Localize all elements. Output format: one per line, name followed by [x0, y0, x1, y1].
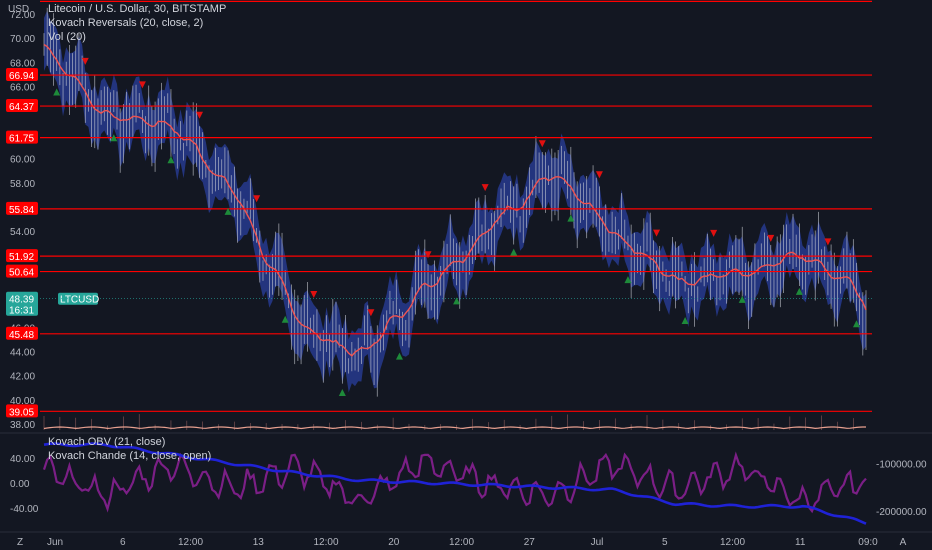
reversal-up-arrow: [395, 352, 403, 360]
time-tick-label: 12:00: [449, 537, 474, 548]
chande-axis-label: 40.00: [10, 454, 35, 465]
price-tick-label: 58.00: [10, 179, 35, 190]
legend-kovach-reversals: Kovach Reversals (20, close, 2): [48, 17, 204, 29]
price-tick-label: 42.00: [10, 372, 35, 383]
level-label: 64.37: [9, 102, 34, 113]
level-label: 45.48: [9, 330, 34, 341]
time-tick-label: Jun: [47, 537, 63, 548]
price-tick-label: 60.00: [10, 155, 35, 166]
reversal-down-arrow: [481, 184, 489, 192]
time-tick-label: 12:00: [720, 537, 745, 548]
level-label: 61.75: [9, 134, 34, 145]
price-tick-label: 66.00: [10, 82, 35, 93]
legend-vol: Vol (20): [48, 31, 86, 43]
time-tick-label: 12:00: [313, 537, 338, 548]
price-tick-label: 54.00: [10, 227, 35, 238]
reversal-up-arrow: [510, 248, 518, 256]
reversal-down-arrow: [710, 229, 718, 237]
price-tick-label: 38.00: [10, 420, 35, 431]
price-tick-label: 44.00: [10, 348, 35, 359]
currency-label: USD: [8, 4, 29, 15]
timezone-icon: Z: [17, 537, 23, 548]
time-tick-label: 13: [253, 537, 265, 548]
chande-axis-label: -40.00: [10, 504, 39, 515]
price-tick-label: 68.00: [10, 58, 35, 69]
obv-axis-label: -100000.00: [876, 460, 927, 471]
reversal-down-arrow: [310, 291, 318, 299]
bar-countdown-label: 16:31: [9, 306, 34, 317]
price-tick-label: 70.00: [10, 34, 35, 45]
obv-axis-label: -200000.00: [876, 507, 927, 518]
time-tick-label: 27: [524, 537, 536, 548]
current-price-label: 48.39: [9, 295, 34, 306]
time-tick-label: 09:0: [858, 537, 878, 548]
time-tick-label: 6: [120, 537, 126, 548]
ticker-tag: LTCUSD: [60, 295, 99, 306]
reversal-up-arrow: [338, 389, 346, 397]
time-tick-label: 11: [795, 537, 806, 548]
legend-kovach-obv: Kovach OBV (21, close): [48, 436, 166, 448]
time-tick-label: 20: [388, 537, 400, 548]
kovach-band: [44, 10, 866, 393]
time-tick-label: Jul: [591, 537, 604, 548]
time-tick-label: 5: [662, 537, 668, 548]
level-label: 39.05: [9, 407, 34, 418]
level-label: 55.84: [9, 205, 34, 216]
reversal-down-arrow: [538, 140, 546, 148]
level-label: 51.92: [9, 252, 34, 263]
legend-symbol: Litecoin / U.S. Dollar, 30, BITSTAMP: [48, 3, 227, 15]
reversal-down-arrow: [653, 229, 661, 237]
level-label: 66.94: [9, 71, 34, 82]
reversal-down-arrow: [595, 171, 603, 179]
level-label: 50.64: [9, 268, 34, 279]
chande-axis-label: 0.00: [10, 479, 30, 490]
volume-ma-line: [43, 426, 866, 430]
time-tick-label: 12:00: [178, 537, 203, 548]
legend-kovach-chande: Kovach Chande (14, close, open): [48, 450, 212, 462]
auto-scale-icon: A: [900, 537, 907, 548]
chart-canvas[interactable]: 72.0070.0068.0066.0062.0060.0058.0054.00…: [0, 0, 932, 550]
